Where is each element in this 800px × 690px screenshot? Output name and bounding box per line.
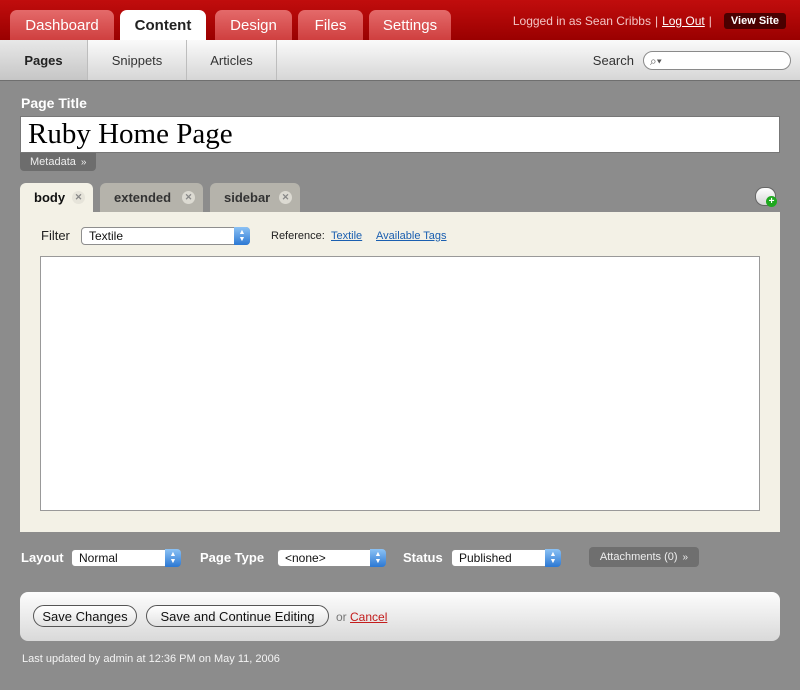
search-label: Search	[592, 53, 634, 68]
part-tab-extended[interactable]: extended ✕	[100, 183, 203, 212]
part-tab-body[interactable]: body ✕	[20, 183, 93, 212]
search-icon: ⌕▾	[650, 54, 662, 68]
attachments-label: Attachments (0)	[599, 551, 678, 563]
page-type-select-value: <none>	[285, 551, 326, 565]
close-icon[interactable]: ✕	[72, 191, 85, 204]
status-select-value: Published	[459, 551, 512, 565]
save-changes-button[interactable]: Save Changes	[33, 605, 137, 627]
reference-link-textile[interactable]: Textile	[331, 230, 362, 242]
separator: |	[708, 14, 712, 28]
metadata-label: Metadata	[30, 156, 76, 168]
subtab-articles[interactable]: Articles	[187, 40, 277, 80]
subtab-pages[interactable]: Pages	[0, 40, 88, 80]
chevron-down-icon: »	[80, 156, 87, 168]
attachments-toggle[interactable]: Attachments (0) »	[589, 547, 699, 567]
search-box[interactable]: ⌕▾	[643, 51, 791, 70]
page-type-label: Page Type	[200, 550, 265, 565]
status-label: Status	[403, 550, 443, 565]
plus-icon: +	[766, 196, 777, 207]
tab-files[interactable]: Files	[298, 10, 363, 40]
page-type-select[interactable]: <none> ▲ ▼	[277, 549, 386, 567]
part-tab-label: extended	[114, 190, 172, 205]
part-tab-label: sidebar	[224, 190, 271, 205]
layout-select-value: Normal	[79, 551, 118, 565]
form-actions-bar: Save Changes Save and Continue Editing o…	[20, 592, 780, 641]
tab-content[interactable]: Content	[120, 10, 206, 40]
tab-design[interactable]: Design	[215, 10, 292, 40]
select-arrows-icon: ▲ ▼	[234, 227, 250, 245]
tab-dashboard[interactable]: Dashboard	[10, 10, 114, 40]
top-nav-bar: Dashboard Content Design Files Settings …	[0, 0, 800, 40]
chevron-down-icon: »	[682, 551, 689, 563]
select-arrows-icon: ▲ ▼	[545, 549, 561, 567]
close-icon[interactable]: ✕	[279, 191, 292, 204]
search-input[interactable]	[666, 53, 786, 68]
user-info: Logged in as Sean Cribbs | Log Out | Vie…	[513, 13, 786, 29]
reference-label: Reference:	[271, 230, 325, 242]
filter-select-value: Textile	[89, 229, 124, 243]
page-title-input[interactable]	[20, 116, 780, 153]
part-tab-sidebar[interactable]: sidebar ✕	[210, 183, 300, 212]
status-select[interactable]: Published ▲ ▼	[451, 549, 561, 567]
filter-select[interactable]: Textile ▲ ▼	[81, 227, 250, 245]
layout-label: Layout	[21, 550, 64, 565]
add-part-button[interactable]: +	[755, 187, 777, 207]
select-arrows-icon: ▲ ▼	[165, 549, 181, 567]
cancel-link[interactable]: Cancel	[350, 610, 387, 624]
logout-link[interactable]: Log Out	[662, 14, 705, 28]
logged-in-text: Logged in as Sean Cribbs	[512, 14, 651, 28]
sub-nav-bar: Pages Snippets Articles Search ⌕▾	[0, 40, 800, 81]
editor-panel: Filter Textile ▲ ▼ Reference: Textile Ava…	[20, 212, 780, 532]
last-updated-text: Last updated by admin at 12:36 PM on May…	[22, 653, 280, 665]
metadata-toggle[interactable]: Metadata »	[20, 153, 97, 171]
or-text: or	[336, 610, 347, 624]
save-and-continue-button[interactable]: Save and Continue Editing	[146, 605, 329, 627]
part-tab-label: body	[34, 190, 66, 205]
separator: |	[654, 14, 659, 28]
page-title-label: Page Title	[21, 95, 87, 111]
part-content-editor[interactable]	[40, 256, 760, 511]
filter-label: Filter	[41, 228, 70, 243]
select-arrows-icon: ▲ ▼	[370, 549, 386, 567]
subtab-snippets[interactable]: Snippets	[88, 40, 187, 80]
layout-select[interactable]: Normal ▲ ▼	[71, 549, 181, 567]
view-site-button[interactable]: View Site	[723, 13, 786, 29]
tab-settings[interactable]: Settings	[369, 10, 451, 40]
reference-link-available-tags[interactable]: Available Tags	[376, 230, 447, 242]
close-icon[interactable]: ✕	[182, 191, 195, 204]
